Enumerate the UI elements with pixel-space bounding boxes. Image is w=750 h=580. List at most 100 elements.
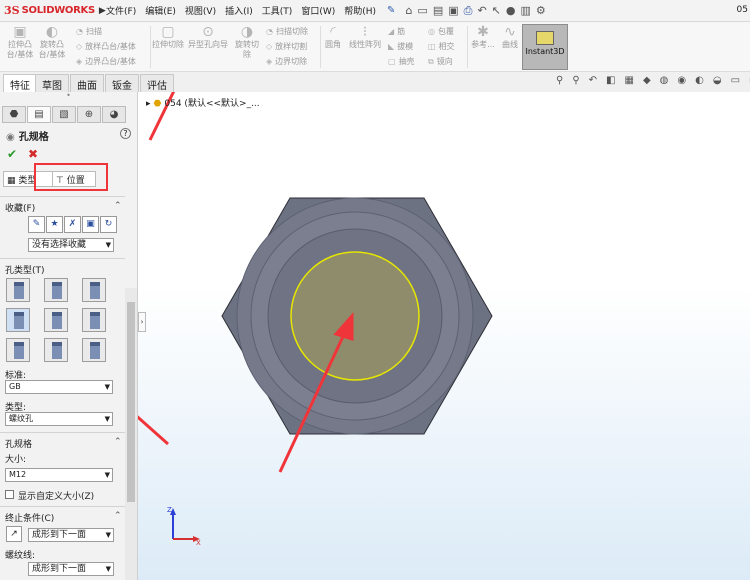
configuration-manager-tab-icon[interactable]: ▧ <box>52 106 76 123</box>
sweep-button[interactable]: ◔ 扫描 <box>76 26 102 37</box>
select-icon[interactable]: ↖ <box>492 4 501 17</box>
previous-view-icon[interactable]: ↶ <box>589 75 597 86</box>
menu-help[interactable]: 帮助(H) <box>344 4 376 17</box>
scroll-thumb[interactable] <box>127 302 135 502</box>
dimxpert-tab-icon[interactable]: ⊕ <box>77 106 101 123</box>
apply-scene-icon[interactable]: ◒ <box>713 75 722 86</box>
hide-show-icon[interactable]: ◉ <box>677 75 686 86</box>
favorites-collapse-icon[interactable]: ⌃ <box>114 201 122 211</box>
intersect-button[interactable]: ◫ 相交 <box>428 41 455 52</box>
feature-tree-node[interactable]: ▸ ⬣ 054 (默认<<默认>_... <box>146 96 260 109</box>
rebuild-icon[interactable]: ● <box>506 4 516 17</box>
counterbore-icon <box>14 282 24 299</box>
tab-surfaces[interactable]: 曲面 <box>70 74 104 92</box>
swept-cut-button[interactable]: ◔ 扫描切除 <box>266 26 308 37</box>
boundary-boss-button[interactable]: ◈ 边界凸台/基体 <box>76 56 136 67</box>
expand-arrow-icon[interactable]: ▸ <box>146 99 151 109</box>
tab-evaluate[interactable]: 评估 <box>140 74 174 92</box>
hole-type-countersink-slot[interactable] <box>44 338 68 362</box>
swept-cut-icon: ◔ <box>266 27 273 36</box>
print-icon[interactable]: ⎙ <box>464 4 473 18</box>
tab-sketch[interactable]: 草图 <box>35 74 69 92</box>
hole-type-slot[interactable] <box>82 338 106 362</box>
boss-extrude-button[interactable]: ▣ 拉伸凸台/基体 <box>4 24 36 60</box>
home-icon[interactable]: ⌂ <box>405 4 412 17</box>
linear-pattern-button[interactable]: ⁝ 线性阵列 <box>346 24 384 50</box>
hole-type-tapered-tap[interactable] <box>44 308 68 332</box>
add-favorite-icon[interactable]: ★ <box>46 216 63 233</box>
menu-view[interactable]: 视图(V) <box>185 4 216 17</box>
help-icon[interactable]: ? <box>120 128 131 139</box>
view-settings-icon[interactable]: ▭ <box>731 75 740 86</box>
instant3d-button[interactable]: Instant3D <box>522 24 568 70</box>
shell-button[interactable]: ▢ 抽壳 <box>388 56 415 67</box>
undo-icon[interactable]: ↶ <box>477 4 486 17</box>
hole-type-countersink[interactable] <box>44 278 68 302</box>
reverse-direction-icon[interactable]: ↗ <box>6 526 22 542</box>
tab-features[interactable]: 特征 <box>3 74 37 92</box>
menu-edit[interactable]: 编辑(E) <box>145 4 176 17</box>
hole-wizard-button[interactable]: ⊙ 异型孔向导 <box>186 24 230 50</box>
options-gear-icon[interactable]: ⚙ <box>536 4 546 17</box>
dynamic-annotation-icon[interactable]: ▦ <box>625 75 634 86</box>
feature-manager-tab-icon[interactable]: ⬣ <box>2 106 26 123</box>
cancel-x-icon[interactable]: ✖ <box>28 147 38 161</box>
chevron-right-icon[interactable]: ▶ <box>99 6 106 16</box>
standard-select[interactable]: GB ▼ <box>5 380 113 394</box>
view-orientation-icon[interactable]: ◆ <box>643 75 651 86</box>
reference-geometry-button[interactable]: ✱ 参考... <box>469 24 497 50</box>
zoom-to-area-icon[interactable]: ⚲ <box>572 75 579 86</box>
hole-spec-collapse-icon[interactable]: ⌃ <box>114 437 122 447</box>
panel-collapse-handle[interactable]: › <box>138 312 146 332</box>
panel-scrollbar[interactable] <box>125 288 137 580</box>
file-properties-icon[interactable]: ▥ <box>521 4 531 17</box>
solidworks-logo[interactable]: 3S SOLIDWORKS ▶ <box>0 4 106 17</box>
fillet-button[interactable]: ◜ 圆角 <box>322 24 344 50</box>
panel-grip-icon[interactable]: • <box>0 92 137 102</box>
thread-end-select[interactable]: 成形到下一面 ▼ <box>28 562 114 576</box>
type-select[interactable]: 螺纹孔 ▼ <box>5 412 113 426</box>
mirror-button[interactable]: ⧉ 镜向 <box>428 56 453 67</box>
ok-check-icon[interactable]: ✔ <box>7 147 17 161</box>
hole-type-counterbore[interactable] <box>6 278 30 302</box>
custom-size-checkbox[interactable] <box>5 490 14 499</box>
hole-type-counterbore-slot[interactable] <box>6 338 30 362</box>
loft-button[interactable]: ◇ 放样凸台/基体 <box>76 41 136 52</box>
save-favorite-icon[interactable]: ▣ <box>82 216 99 233</box>
delete-favorite-icon[interactable]: ✗ <box>64 216 81 233</box>
end-condition-select[interactable]: 成形到下一面 ▼ <box>28 528 114 542</box>
wrap-button[interactable]: ◎ 包覆 <box>428 26 454 37</box>
boundary-cut-button[interactable]: ◈ 边界切除 <box>266 56 307 67</box>
zoom-to-fit-icon[interactable]: ⚲ <box>556 75 563 86</box>
section-view-icon[interactable]: ◧ <box>606 75 615 86</box>
end-condition-collapse-icon[interactable]: ⌃ <box>114 511 122 521</box>
menu-window[interactable]: 窗口(W) <box>301 4 335 17</box>
favorites-select[interactable]: 没有选择收藏 ▼ <box>28 238 114 252</box>
load-favorite-icon[interactable]: ↻ <box>100 216 117 233</box>
boss-revolve-button[interactable]: ◐ 旋转凸台/基体 <box>36 24 68 60</box>
draft-button[interactable]: ◣ 拔模 <box>388 41 413 52</box>
menu-file[interactable]: 文件(F) <box>106 4 136 17</box>
rib-button[interactable]: ◢ 筋 <box>388 26 405 37</box>
curves-button[interactable]: ∿ 曲线 <box>498 24 522 50</box>
size-select[interactable]: M12 ▼ <box>5 468 113 482</box>
display-manager-tab-icon[interactable]: ◕ <box>102 106 126 123</box>
cut-extrude-icon: ▢ <box>161 24 175 40</box>
apply-favorite-icon[interactable]: ✎ <box>28 216 45 233</box>
cut-extrude-button[interactable]: ▢ 拉伸切除 <box>152 24 184 50</box>
menu-tools[interactable]: 工具(T) <box>262 4 293 17</box>
menu-insert[interactable]: 插入(I) <box>225 4 253 17</box>
hole-type-legacy[interactable] <box>82 308 106 332</box>
cut-revolve-button[interactable]: ◑ 旋转切除 <box>232 24 262 60</box>
save-icon[interactable]: ▣ <box>448 4 458 17</box>
display-style-icon[interactable]: ◍ <box>660 75 669 86</box>
lofted-cut-button[interactable]: ◇ 放样切割 <box>266 41 307 52</box>
edit-appearance-icon[interactable]: ◐ <box>695 75 704 86</box>
tab-sheet-metal[interactable]: 钣金 <box>105 74 139 92</box>
property-manager-tab-icon[interactable]: ▤ <box>27 106 51 123</box>
open-icon[interactable]: ▤ <box>433 4 443 17</box>
hole-type-hole[interactable] <box>82 278 106 302</box>
new-document-icon[interactable]: ▭ <box>417 4 427 17</box>
hole-type-straight-tap[interactable] <box>6 308 30 332</box>
pin-icon[interactable]: ✎ <box>387 5 395 16</box>
